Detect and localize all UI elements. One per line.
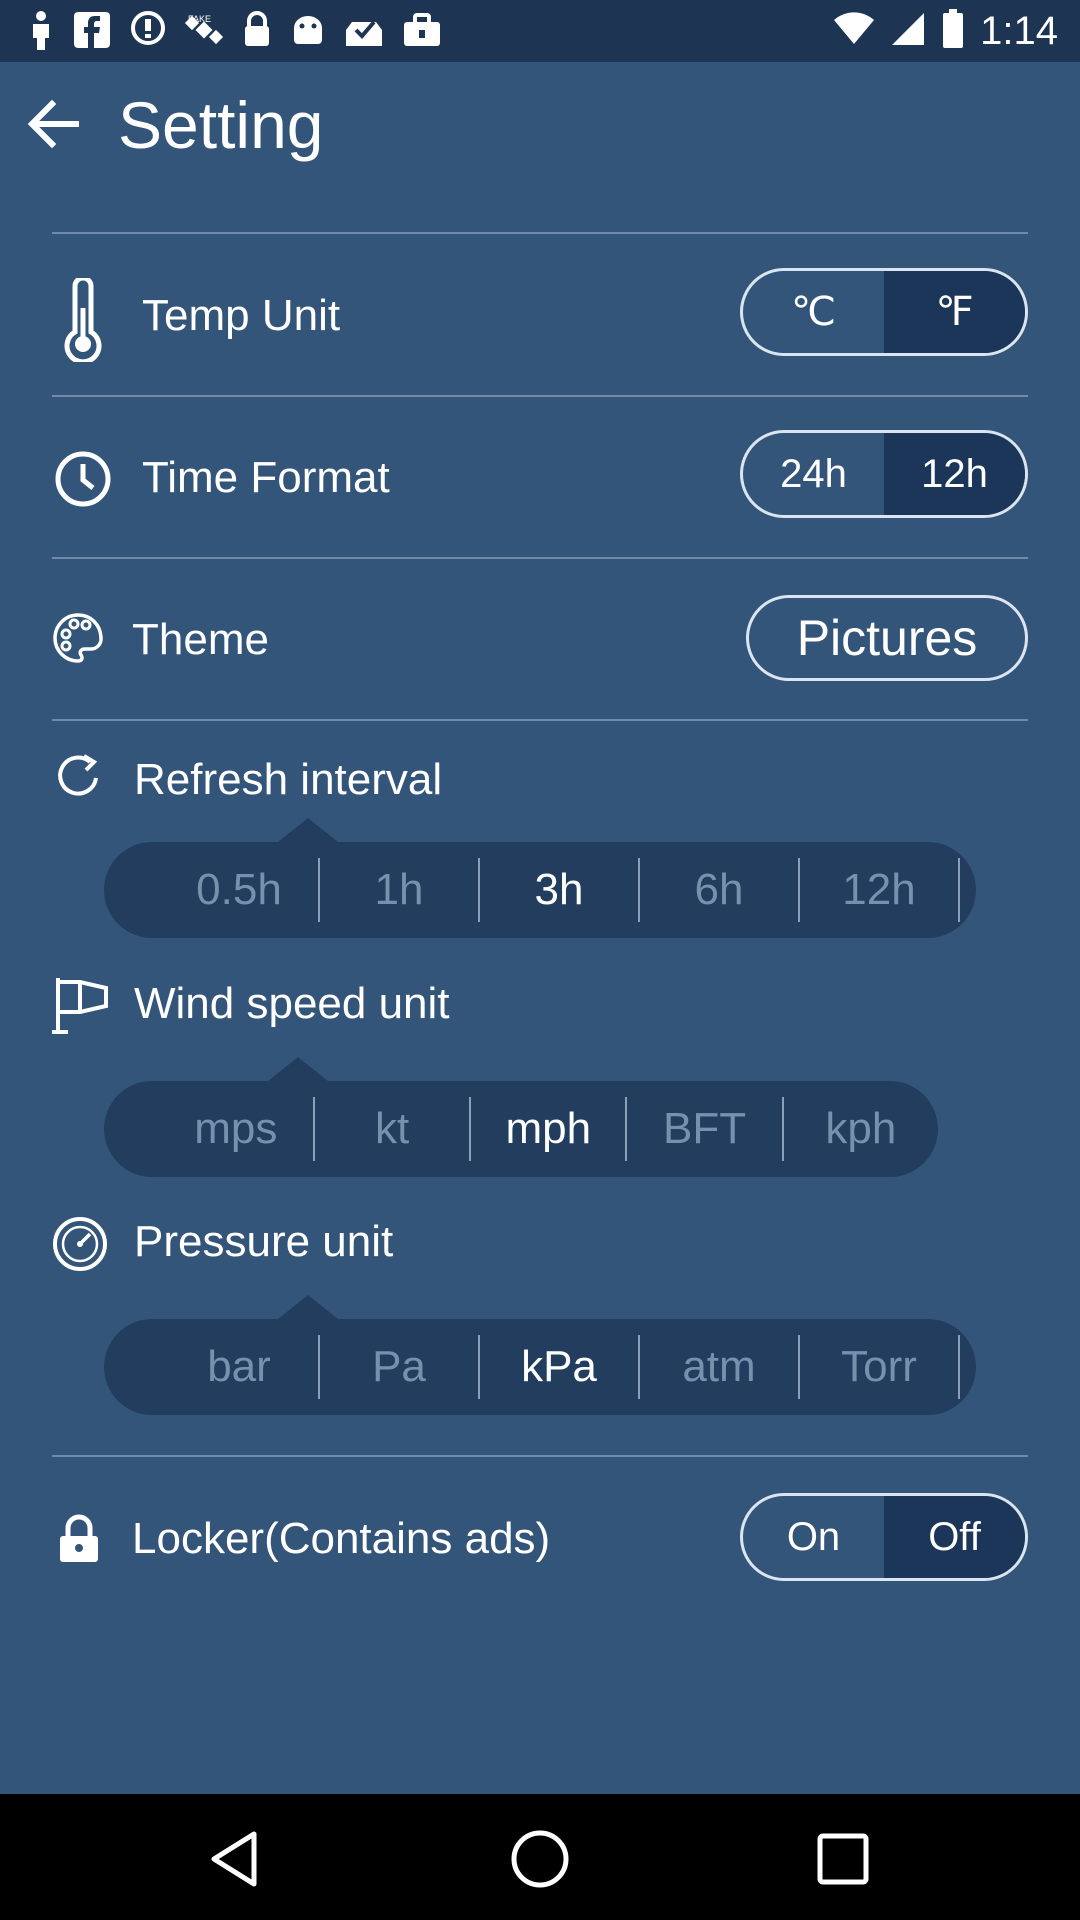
satellite-icon: FAKE	[184, 10, 224, 60]
wifi-icon	[834, 11, 875, 51]
nav-back-button[interactable]	[202, 1824, 272, 1894]
svg-text:FAKE: FAKE	[188, 14, 211, 24]
locker-toggle[interactable]: On Off	[740, 1493, 1028, 1581]
back-button[interactable]	[18, 92, 90, 156]
briefcase-icon	[402, 10, 442, 60]
palette-icon	[52, 612, 104, 669]
status-icons: FAKE	[28, 10, 442, 60]
divider	[52, 719, 1028, 721]
navigation-bar	[0, 1794, 1080, 1920]
page-title: Setting	[118, 88, 324, 162]
wind-unit-option[interactable]: kph	[784, 1081, 938, 1177]
pressure-unit-option[interactable]: bar	[160, 1319, 318, 1415]
person-icon	[28, 10, 54, 60]
pressure-unit-option[interactable]: Pa	[320, 1319, 478, 1415]
temp-unit-celsius[interactable]: ℃	[743, 271, 884, 353]
wind-speed-unit-label: Wind speed unit	[134, 979, 450, 1028]
thermometer-icon	[60, 275, 106, 367]
theme-pictures-button[interactable]: Pictures	[746, 595, 1028, 681]
triangle-back-icon	[211, 1831, 257, 1887]
lock-icon	[58, 1514, 100, 1569]
temp-unit-label: Temp Unit	[142, 291, 341, 340]
wind-unit-option[interactable]: BFT	[627, 1081, 781, 1177]
pressure-unit-option[interactable]: atm	[640, 1319, 798, 1415]
gauge-icon	[52, 1216, 108, 1277]
temp-unit-toggle[interactable]: ℃ ℉	[740, 268, 1028, 356]
refresh-option[interactable]: 12h	[800, 842, 958, 938]
time-format-12h[interactable]: 12h	[884, 433, 1025, 515]
time-format-24h[interactable]: 24h	[743, 433, 884, 515]
time-format-toggle[interactable]: 24h 12h	[740, 430, 1028, 518]
pressure-unit-label: Pressure unit	[134, 1217, 394, 1266]
app-bar: Setting	[0, 62, 1080, 182]
circle-home-icon	[511, 1830, 569, 1888]
locker-off[interactable]: Off	[884, 1496, 1025, 1578]
pressure-unit-option-selected[interactable]: kPa	[480, 1319, 638, 1415]
status-right: 1:14	[834, 8, 1058, 54]
wind-unit-option[interactable]: kt	[315, 1081, 469, 1177]
slider-pointer	[278, 1295, 338, 1319]
refresh-option[interactable]: 1h	[320, 842, 478, 938]
refresh-interval-label: Refresh interval	[134, 755, 443, 804]
divider	[52, 232, 1028, 234]
locker-label: Locker(Contains ads)	[132, 1514, 551, 1563]
divider	[52, 1455, 1028, 1457]
wind-unit-option[interactable]: mps	[159, 1081, 313, 1177]
inbox-check-icon	[344, 10, 384, 60]
slider-pointer	[278, 818, 338, 842]
windsock-icon	[52, 976, 110, 1039]
wind-unit-option-selected[interactable]: mph	[471, 1081, 625, 1177]
theme-label: Theme	[132, 615, 269, 664]
nav-recents-button[interactable]	[808, 1824, 878, 1894]
refresh-interval-slider[interactable]: 0.5h 1h 3h 6h 12h	[104, 842, 976, 938]
nav-home-button[interactable]	[505, 1824, 575, 1894]
divider	[52, 557, 1028, 559]
refresh-icon	[54, 752, 106, 805]
battery-icon	[942, 8, 964, 54]
refresh-option[interactable]: 6h	[640, 842, 798, 938]
wind-speed-unit-slider[interactable]: mps kt mph BFT kph	[104, 1081, 938, 1177]
locker-on[interactable]: On	[743, 1496, 884, 1578]
lock-icon	[242, 10, 272, 60]
status-bar: FAKE 1:14	[0, 0, 1080, 62]
refresh-option-selected[interactable]: 3h	[480, 842, 638, 938]
slider-pointer	[268, 1057, 328, 1081]
temp-unit-fahrenheit[interactable]: ℉	[884, 271, 1025, 353]
clock-icon	[54, 450, 112, 513]
cell-signal-icon	[890, 11, 926, 52]
facebook-icon	[72, 10, 112, 60]
signal-boost-icon	[130, 10, 166, 60]
time-format-label: Time Format	[142, 453, 390, 502]
pressure-unit-option[interactable]: Torr	[800, 1319, 958, 1415]
pressure-unit-slider[interactable]: bar Pa kPa atm Torr	[104, 1319, 976, 1415]
separator	[958, 858, 960, 922]
divider	[52, 395, 1028, 397]
arrow-left-icon	[27, 99, 79, 149]
status-time: 1:14	[980, 9, 1058, 53]
separator	[958, 1335, 960, 1399]
android-icon	[290, 10, 326, 60]
square-recents-icon	[817, 1833, 869, 1885]
refresh-option[interactable]: 0.5h	[160, 842, 318, 938]
